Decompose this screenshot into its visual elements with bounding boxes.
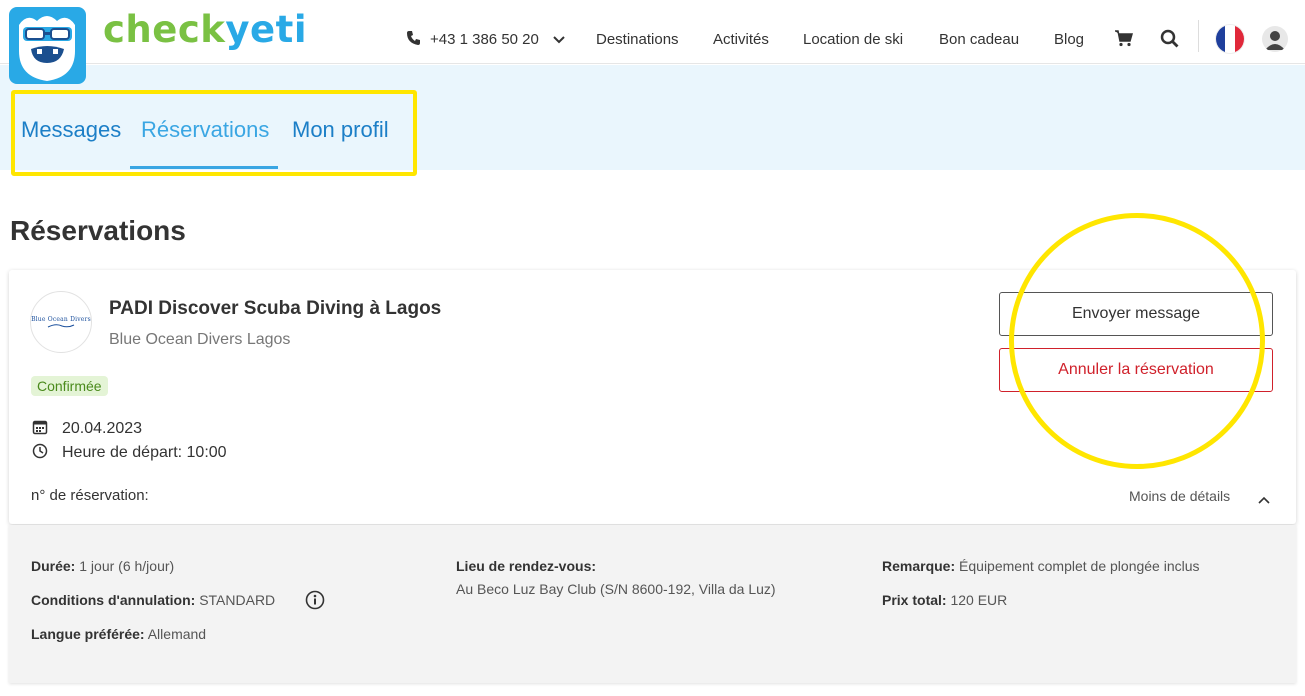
status-badge: Confirmée bbox=[31, 376, 108, 396]
brand-name[interactable]: checkyeti bbox=[103, 8, 307, 51]
meeting-point-label: Lieu de rendez-vous: bbox=[456, 558, 597, 574]
cancel-reservation-button[interactable]: Annuler la réservation bbox=[999, 348, 1273, 392]
calendar-icon bbox=[32, 419, 48, 440]
nav-ski-rental[interactable]: Location de ski bbox=[803, 31, 903, 48]
clock-icon bbox=[32, 443, 48, 464]
chevron-down-icon[interactable] bbox=[552, 32, 566, 50]
search-icon[interactable] bbox=[1160, 29, 1179, 53]
provider-logo: Blue Ocean Divers bbox=[30, 291, 92, 353]
language-value: Allemand bbox=[147, 626, 207, 642]
booking-date: 20.04.2023 bbox=[62, 420, 143, 437]
duration-label: Durée: bbox=[31, 558, 76, 574]
header-divider bbox=[1198, 20, 1199, 52]
cancellation-label: Conditions d'annulation: bbox=[31, 592, 196, 608]
departure-time: Heure de départ: 10:00 bbox=[62, 444, 227, 461]
meeting-point-row: Lieu de rendez-vous: bbox=[456, 558, 596, 574]
site-header: checkyeti +43 1 386 50 20 Destinations A… bbox=[0, 0, 1305, 84]
info-icon[interactable] bbox=[305, 590, 325, 615]
activity-title[interactable]: PADI Discover Scuba Diving à Lagos bbox=[109, 298, 441, 320]
highlight-rectangle bbox=[11, 90, 417, 176]
user-avatar-icon[interactable] bbox=[1262, 26, 1288, 52]
price-value: 120 EUR bbox=[950, 592, 1008, 608]
cancellation-value: STANDARD bbox=[199, 592, 276, 608]
cart-icon[interactable] bbox=[1114, 29, 1134, 52]
language-row: Langue préférée: Allemand bbox=[31, 626, 206, 642]
language-label: Langue préférée: bbox=[31, 626, 145, 642]
brand-name-part2: yeti bbox=[225, 8, 308, 51]
nav-activities[interactable]: Activités bbox=[713, 31, 769, 48]
cancellation-row: Conditions d'annulation: STANDARD bbox=[31, 592, 275, 608]
phone-number[interactable]: +43 1 386 50 20 bbox=[430, 31, 539, 48]
provider-name: Blue Ocean Divers Lagos bbox=[109, 331, 291, 348]
remark-value: Équipement complet de plongée inclus bbox=[959, 558, 1200, 574]
meeting-point-value: Au Beco Luz Bay Club (S/N 8600-192, Vill… bbox=[456, 581, 776, 597]
nav-blog[interactable]: Blog bbox=[1054, 31, 1084, 48]
price-row: Prix total: 120 EUR bbox=[882, 592, 1007, 608]
duration-row: Durée: 1 jour (6 h/jour) bbox=[31, 558, 174, 574]
phone-icon[interactable] bbox=[406, 30, 422, 51]
remark-label: Remarque: bbox=[882, 558, 956, 574]
remark-row: Remarque: Équipement complet de plongée … bbox=[882, 558, 1200, 574]
reservation-number-label: n° de réservation: bbox=[31, 487, 149, 504]
price-label: Prix total: bbox=[882, 592, 947, 608]
page-title: Réservations bbox=[10, 215, 186, 246]
french-flag-icon[interactable] bbox=[1216, 25, 1244, 53]
duration-value: 1 jour (6 h/jour) bbox=[79, 558, 175, 574]
chevron-up-icon[interactable] bbox=[1258, 491, 1270, 509]
send-message-button[interactable]: Envoyer message bbox=[999, 292, 1273, 336]
nav-destinations[interactable]: Destinations bbox=[596, 31, 679, 48]
provider-logo-text: Blue Ocean Divers bbox=[31, 315, 91, 323]
brand-name-part1: check bbox=[103, 8, 226, 51]
nav-gift-voucher[interactable]: Bon cadeau bbox=[939, 31, 1019, 48]
less-details-link[interactable]: Moins de détails bbox=[1129, 488, 1230, 504]
yeti-logo[interactable] bbox=[9, 7, 86, 84]
